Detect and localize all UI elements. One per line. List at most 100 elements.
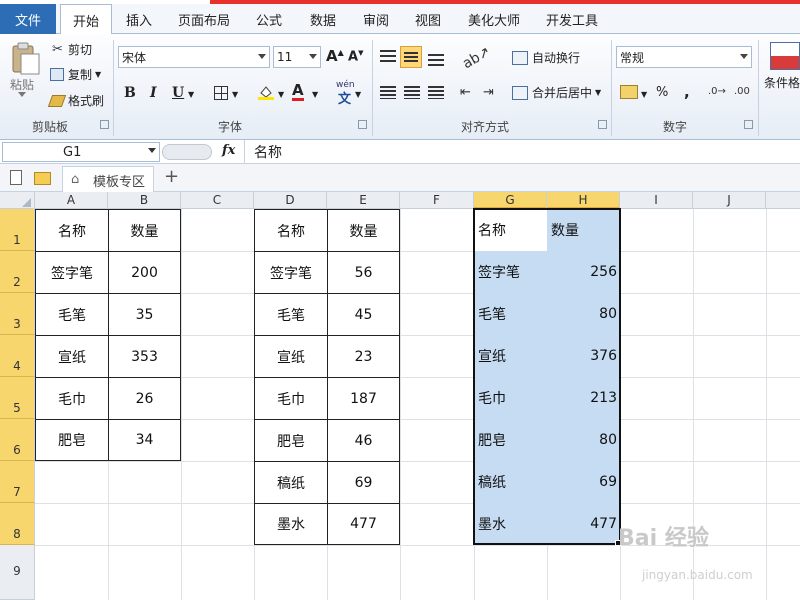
table2-cell[interactable]: 宣纸 [254,335,328,378]
align-left-icon[interactable] [380,86,396,99]
conditional-format-icon[interactable] [770,42,800,70]
column-header-c[interactable]: C [181,192,254,209]
file-tab[interactable]: 文件 [0,4,56,34]
copy-button[interactable]: 复制 ▼ [50,66,101,83]
table2-cell[interactable]: 56 [327,251,400,294]
align-middle-button[interactable] [400,46,422,68]
name-box-dropdown-icon[interactable] [148,148,156,153]
clipboard-launcher-icon[interactable] [100,120,109,129]
increase-indent-icon[interactable]: ⇥ [483,85,494,100]
increase-decimal-icon[interactable]: .0→ [708,86,726,97]
currency-icon[interactable] [620,85,638,99]
tab-beautify[interactable]: 美化大师 [458,4,530,34]
align-center-icon[interactable] [404,86,420,99]
tab-home[interactable]: 开始 [60,4,112,35]
row-header-6[interactable]: 6 [0,419,35,461]
tab-view[interactable]: 视图 [406,4,450,34]
table1-cell[interactable]: 35 [108,293,181,336]
merge-dropdown-icon[interactable]: ▼ [595,88,601,97]
table2-header-name[interactable]: 名称 [254,209,328,252]
tab-data[interactable]: 数据 [300,4,346,34]
new-document-icon[interactable] [10,170,22,185]
paste-icon[interactable] [8,42,42,76]
column-header-j[interactable]: J [693,192,766,209]
column-header-d[interactable]: D [254,192,327,209]
table2-cell[interactable]: 毛巾 [254,377,328,420]
align-bottom-icon[interactable] [428,54,444,66]
folder-icon[interactable] [34,172,51,185]
phonetic-dropdown-icon[interactable]: ▼ [355,90,361,99]
table1-header-name[interactable]: 名称 [35,209,109,252]
table1-cell[interactable]: 353 [108,335,181,378]
number-launcher-icon[interactable] [744,120,753,129]
paste-button[interactable]: 粘贴 [10,76,34,93]
table2-cell[interactable]: 45 [327,293,400,336]
cut-button[interactable]: ✂ 剪切 [52,41,92,58]
table1-cell[interactable]: 34 [108,419,181,461]
align-top-icon[interactable] [380,50,396,62]
alignment-launcher-icon[interactable] [598,120,607,129]
merge-center-button[interactable]: 合并后居中 ▼ [512,84,601,101]
tab-template-zone[interactable]: ⌂ 模板专区 [62,166,154,192]
comma-button[interactable]: , [684,83,690,101]
row-header-9[interactable]: 9 [0,545,35,600]
font-size-select[interactable]: 11 [273,46,321,68]
row-header-4[interactable]: 4 [0,335,35,377]
table2-cell[interactable]: 签字笔 [254,251,328,294]
fill-color-icon[interactable] [258,84,274,100]
table1-header-qty[interactable]: 数量 [108,209,181,252]
table2-cell[interactable]: 477 [327,503,400,545]
tab-review[interactable]: 审阅 [354,4,398,34]
row-header-1[interactable]: 1 [0,209,35,251]
formula-input[interactable]: 名称 [254,142,282,162]
table1-cell[interactable]: 签字笔 [35,251,109,294]
column-header-e[interactable]: E [327,192,400,209]
grow-font-icon[interactable]: A▲ [326,47,344,65]
underline-button[interactable]: U [172,85,184,101]
row-header-2[interactable]: 2 [0,251,35,293]
table1-cell[interactable]: 26 [108,377,181,420]
table1-cell[interactable]: 宣纸 [35,335,109,378]
tab-page-layout[interactable]: 页面布局 [170,4,238,34]
column-header-b[interactable]: B [108,192,181,209]
insert-function-button[interactable]: fx [222,143,235,158]
tab-insert[interactable]: 插入 [116,4,162,34]
decrease-indent-icon[interactable]: ⇤ [460,85,471,100]
font-name-select[interactable]: 宋体 [118,46,270,68]
decrease-decimal-icon[interactable]: .00 [734,86,750,97]
underline-dropdown-icon[interactable]: ▼ [188,90,194,99]
column-header-f[interactable]: F [400,192,474,209]
table1-cell[interactable]: 毛笔 [35,293,109,336]
table2-cell[interactable]: 墨水 [254,503,328,545]
shrink-font-icon[interactable]: A▼ [348,49,363,64]
table2-cell[interactable]: 187 [327,377,400,420]
fill-color-dropdown-icon[interactable]: ▼ [278,90,284,99]
borders-dropdown-icon[interactable]: ▼ [232,90,238,99]
table2-header-qty[interactable]: 数量 [327,209,400,252]
table1-cell[interactable]: 200 [108,251,181,294]
table2-cell[interactable]: 46 [327,419,400,462]
phonetic-glyph-icon[interactable]: 文 [338,88,351,107]
borders-icon[interactable] [214,86,228,100]
table2-cell[interactable]: 69 [327,461,400,504]
number-format-select[interactable]: 常规 [616,46,752,68]
copy-dropdown-icon[interactable]: ▼ [95,70,101,79]
column-header-k[interactable] [766,192,800,209]
format-painter-button[interactable]: 格式刷 [47,92,104,109]
table1-cell[interactable]: 毛巾 [35,377,109,420]
font-color-dropdown-icon[interactable]: ▼ [312,90,318,99]
formula-bar-splitter[interactable] [162,144,212,160]
wrap-text-button[interactable]: 自动换行 [512,49,580,66]
table2-cell[interactable]: 23 [327,335,400,378]
paste-dropdown-icon[interactable] [18,92,26,97]
column-header-h[interactable]: H [547,192,620,209]
row-header-7[interactable]: 7 [0,461,35,503]
column-header-i[interactable]: I [620,192,693,209]
table2-cell[interactable]: 毛笔 [254,293,328,336]
table2-cell[interactable]: 稿纸 [254,461,328,504]
italic-button[interactable]: I [150,85,157,101]
align-right-icon[interactable] [428,86,444,99]
row-header-5[interactable]: 5 [0,377,35,419]
table2-cell[interactable]: 肥皂 [254,419,328,462]
row-header-8[interactable]: 8 [0,503,35,545]
